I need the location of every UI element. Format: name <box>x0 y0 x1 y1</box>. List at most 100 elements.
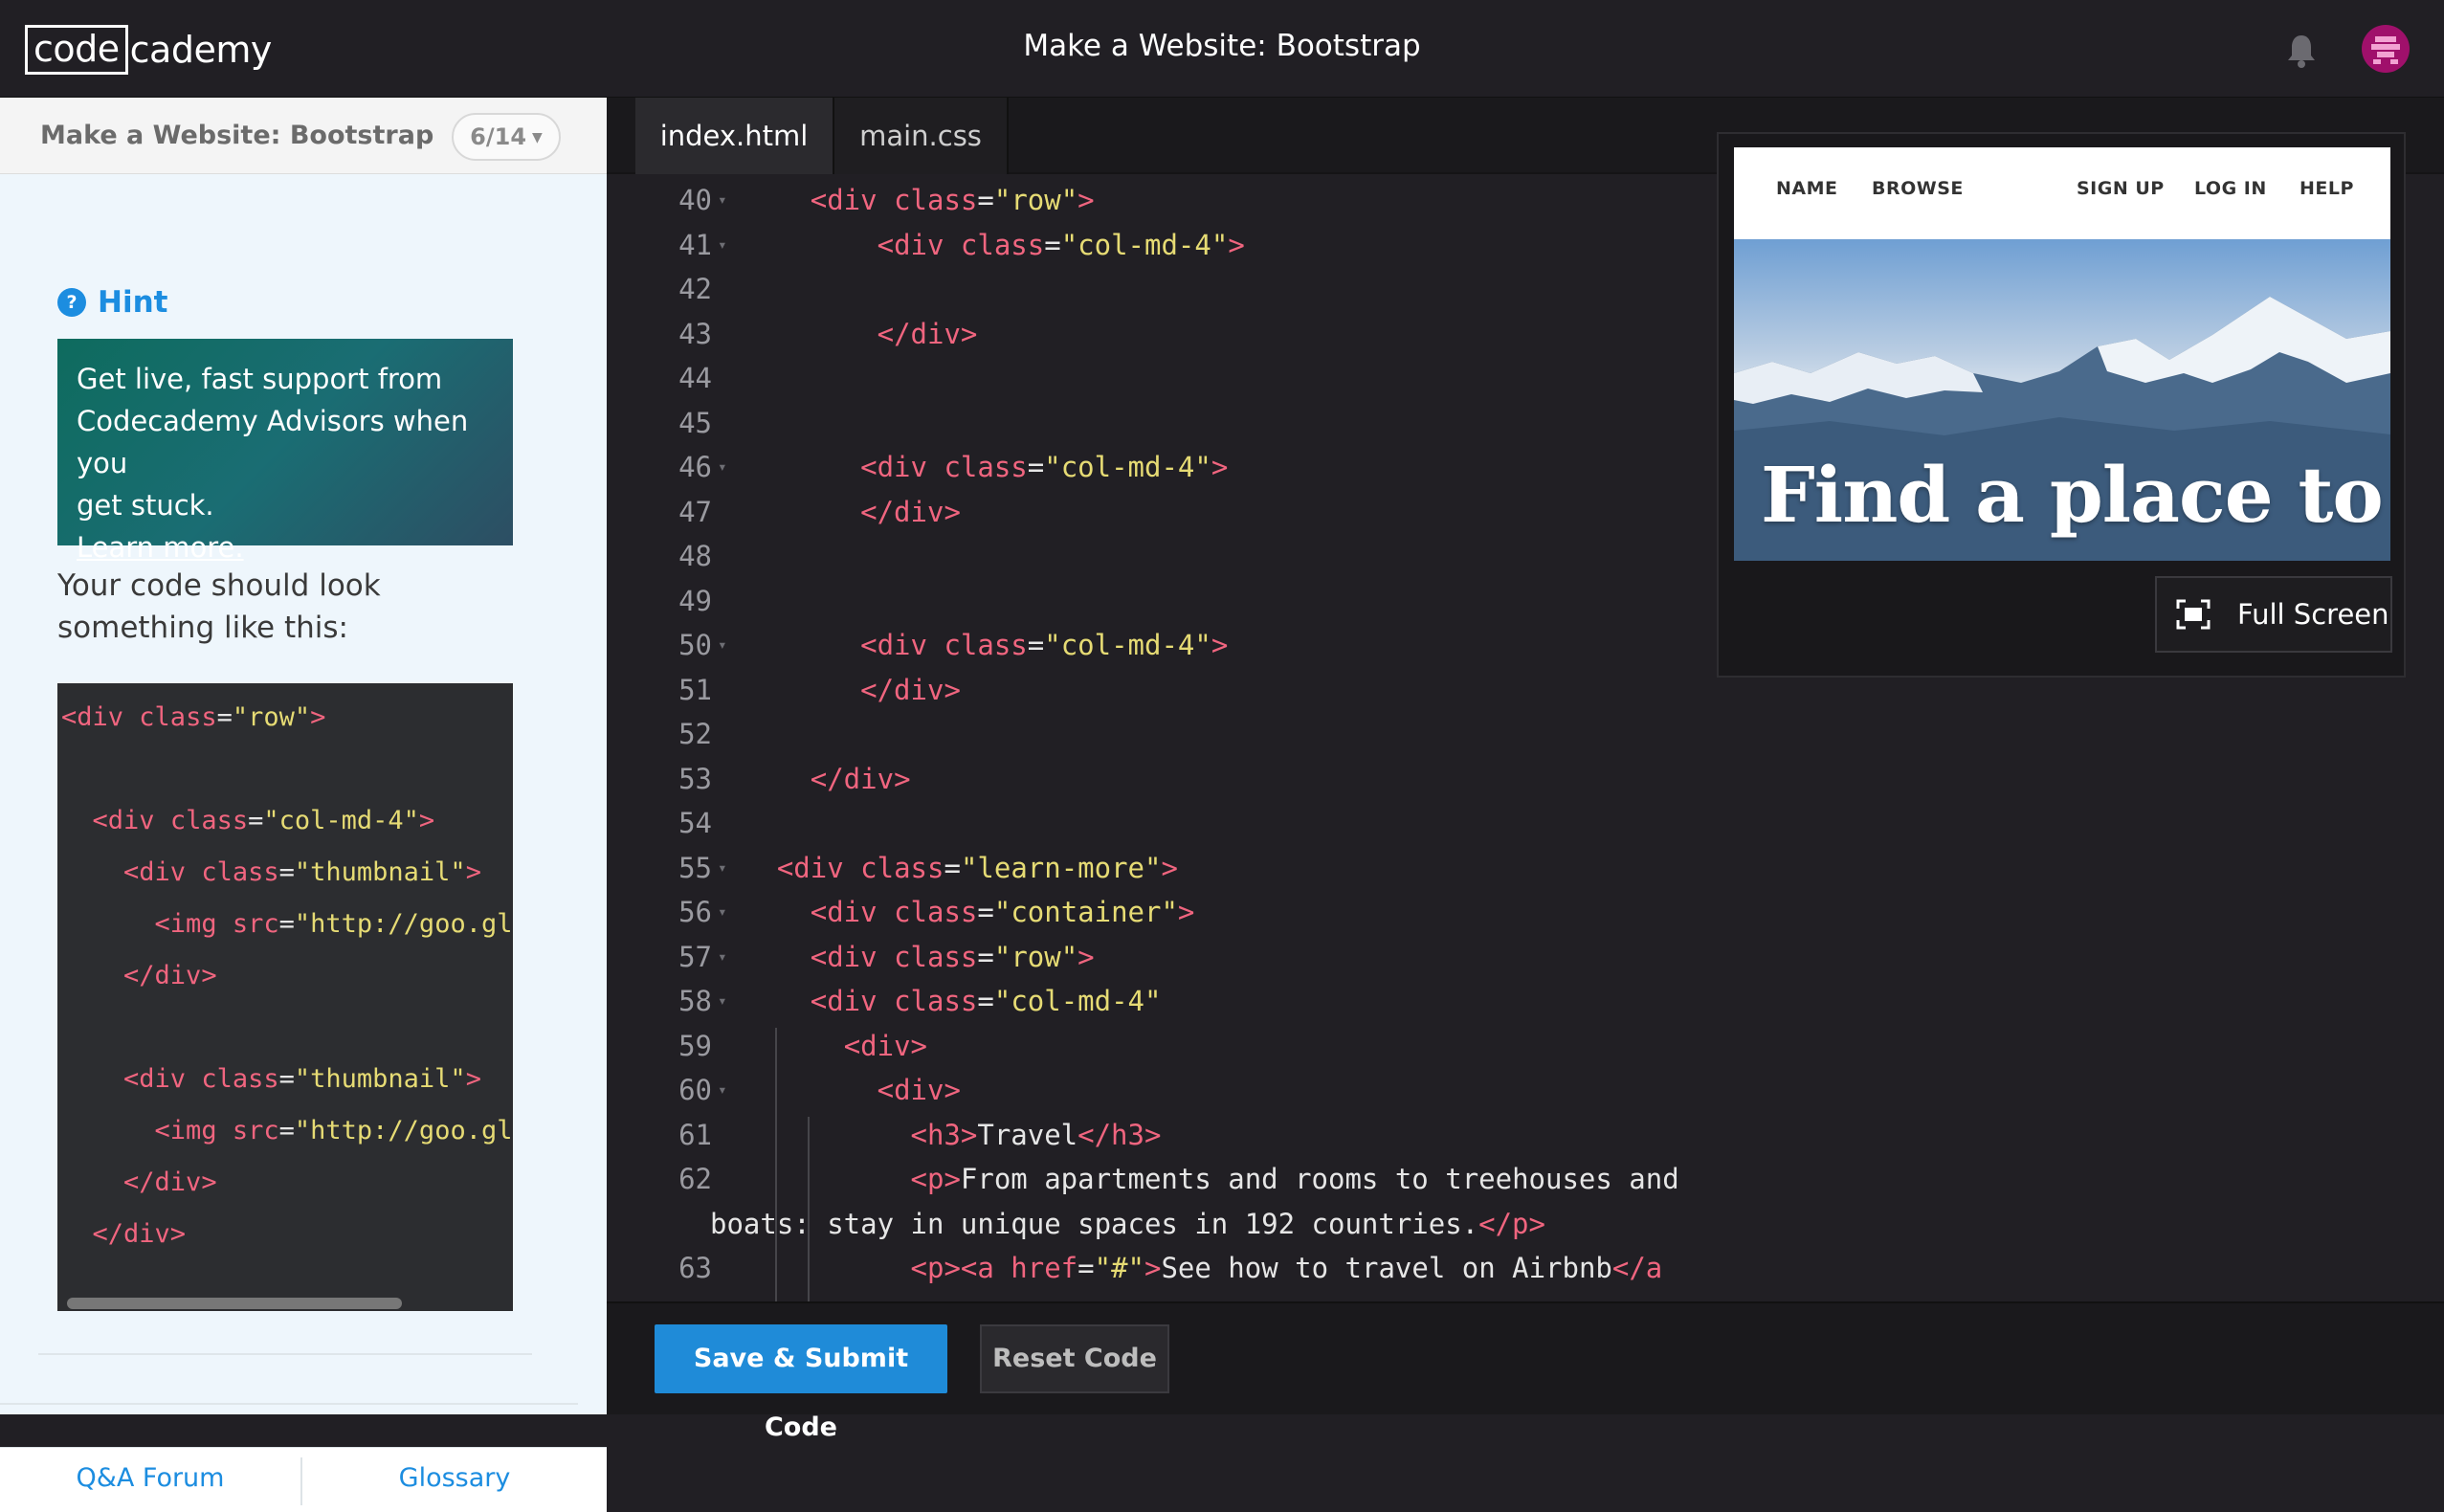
preview-hero: Find a place to <box>1734 239 2390 561</box>
snippet-scrollbar[interactable] <box>67 1298 402 1309</box>
code-line[interactable]: 62 <p>From apartments and rooms to treeh… <box>607 1161 2444 1197</box>
line-number: 45 <box>678 406 712 439</box>
code-text: <div class="col-md-4" <box>810 985 1162 1017</box>
preview-nav-login[interactable]: LOG IN <box>2194 178 2267 199</box>
full-screen-button[interactable]: Full Screen <box>2155 576 2392 653</box>
reset-code-button[interactable]: Reset Code <box>980 1324 1169 1393</box>
line-number: 50 <box>678 629 712 661</box>
lesson-header: Make a Website: Bootstrap 6/14 ▼ <box>0 98 607 174</box>
line-number: 40 <box>678 184 712 216</box>
code-line[interactable]: 54 <box>607 805 2444 841</box>
snippet-lines: <div class="row"> <div class="col-md-4">… <box>57 697 513 1311</box>
code-line[interactable]: 63 <p><a href="#">See how to travel on A… <box>607 1250 2444 1286</box>
tab-main-css[interactable]: main.css <box>834 98 1009 174</box>
line-number: 55 <box>678 851 712 884</box>
preview-nav-browse[interactable]: BROWSE <box>1872 178 1964 199</box>
code-text: <div> <box>843 1029 927 1062</box>
preview-nav-name[interactable]: NAME <box>1776 178 1838 199</box>
line-number: 58 <box>678 985 712 1017</box>
code-line[interactable]: 57 ▾ <div class="row"> <box>607 939 2444 975</box>
snippet-line: <div class="col-md-4"> <box>92 806 435 835</box>
advisor-banner: Get live, fast support from Codecademy A… <box>57 339 513 564</box>
code-intro-text: Your code should look something like thi… <box>57 568 381 645</box>
left-footer: Q&A Forum Glossary <box>0 1447 607 1512</box>
line-number: 51 <box>678 673 712 706</box>
advisor-text-3: get stuck. <box>77 489 214 522</box>
question-icon: ? <box>57 288 86 317</box>
save-submit-button[interactable]: Save & Submit Code <box>655 1324 947 1442</box>
progress-value: 6/14 <box>470 123 527 150</box>
preview-headline: Find a place to <box>1761 450 2384 540</box>
code-text: <div> <box>877 1074 961 1106</box>
code-line[interactable]: 59 <div> <box>607 1028 2444 1064</box>
line-number: 47 <box>678 495 712 528</box>
line-number: 43 <box>678 317 712 350</box>
snippet-line: </div> <box>123 1167 217 1197</box>
line-number: 52 <box>678 718 712 750</box>
indent-guide <box>775 1027 777 1303</box>
preview-nav-signup[interactable]: SIGN UP <box>2077 178 2165 199</box>
line-number: 57 <box>678 940 712 973</box>
line-number: 49 <box>678 584 712 617</box>
line-number: 63 <box>678 1252 712 1284</box>
snippet-line: <div class="thumbnail"> <box>123 857 481 887</box>
preview-frame[interactable]: NAME BROWSE SIGN UP LOG IN HELP Find a p… <box>1734 147 2390 561</box>
code-line[interactable]: 58 ▾ <div class="col-md-4" <box>607 983 2444 1019</box>
avatar-icon <box>2371 36 2400 64</box>
indent-guide <box>808 1116 810 1303</box>
hint-label: Hint <box>98 285 168 320</box>
full-screen-label: Full Screen <box>2237 598 2389 631</box>
snippet-line: <div class="row"> <box>61 702 326 732</box>
snippet-line: <div class="thumbnail"> <box>123 1064 481 1094</box>
line-number: 60 <box>678 1074 712 1106</box>
code-text: </div> <box>860 495 961 528</box>
code-text: <div class="container"> <box>810 896 1195 928</box>
snippet-line: <img src="http://goo.gl/0 <box>154 909 513 939</box>
line-number: 46 <box>678 451 712 483</box>
code-text: <div class="col-md-4"> <box>877 228 1245 261</box>
code-line[interactable]: 56 ▾ <div class="container"> <box>607 894 2444 930</box>
snippet-line: </div> <box>92 1219 187 1249</box>
code-text: <div class="row"> <box>810 940 1095 973</box>
code-text: <div class="row"> <box>810 184 1095 216</box>
bell-icon[interactable] <box>2285 33 2318 69</box>
snippet-line: <img src="http://goo.gl/e <box>154 1116 513 1145</box>
code-line[interactable]: 55 ▾ <div class="learn-more"> <box>607 850 2444 886</box>
divider <box>0 1403 578 1405</box>
glossary-link[interactable]: Glossary <box>302 1463 607 1493</box>
instructions-panel: Make a Website: Bootstrap 6/14 ▼ ? Hint G… <box>0 98 607 1512</box>
chevron-down-icon: ▼ <box>532 130 543 145</box>
line-number: 62 <box>678 1163 712 1195</box>
code-line[interactable]: 61 <h3>Travel</h3> <box>607 1117 2444 1153</box>
code-text: </div> <box>810 762 911 795</box>
line-number: 53 <box>678 762 712 795</box>
code-line[interactable]: 60 ▾ <div> <box>607 1072 2444 1108</box>
qa-forum-link[interactable]: Q&A Forum <box>0 1463 300 1493</box>
code-text: <p><a href="#">See how to travel on Airb… <box>910 1252 1663 1284</box>
advisor-text-2: Codecademy Advisors when you <box>77 405 469 479</box>
line-number: 59 <box>678 1029 712 1062</box>
preview-nav-help[interactable]: HELP <box>2300 178 2354 199</box>
code-text: <div class="learn-more"> <box>776 851 1178 884</box>
user-avatar[interactable] <box>2362 25 2410 73</box>
advisor-text-1: Get live, fast support from <box>77 363 443 395</box>
divider <box>38 1353 532 1355</box>
hint-code-snippet: <div class="row"> <div class="col-md-4">… <box>57 683 513 1311</box>
hint-toggle[interactable]: ? Hint <box>57 285 167 320</box>
line-number: 41 <box>678 228 712 261</box>
code-line[interactable]: 53 </div> <box>607 761 2444 797</box>
editor-actions: Save & Submit Code Reset Code <box>607 1301 2444 1442</box>
top-bar: code cademy Make a Website: Bootstrap <box>0 0 2444 98</box>
progress-dropdown[interactable]: 6/14 ▼ <box>452 113 561 161</box>
code-line[interactable]: boats: stay in unique spaces in 192 coun… <box>607 1206 2444 1242</box>
learn-more-link[interactable]: Learn more. <box>77 531 244 564</box>
tab-index-html[interactable]: index.html <box>635 98 834 174</box>
preview-navbar: NAME BROWSE SIGN UP LOG IN HELP <box>1734 147 2390 239</box>
code-line[interactable]: 52 <box>607 716 2444 752</box>
